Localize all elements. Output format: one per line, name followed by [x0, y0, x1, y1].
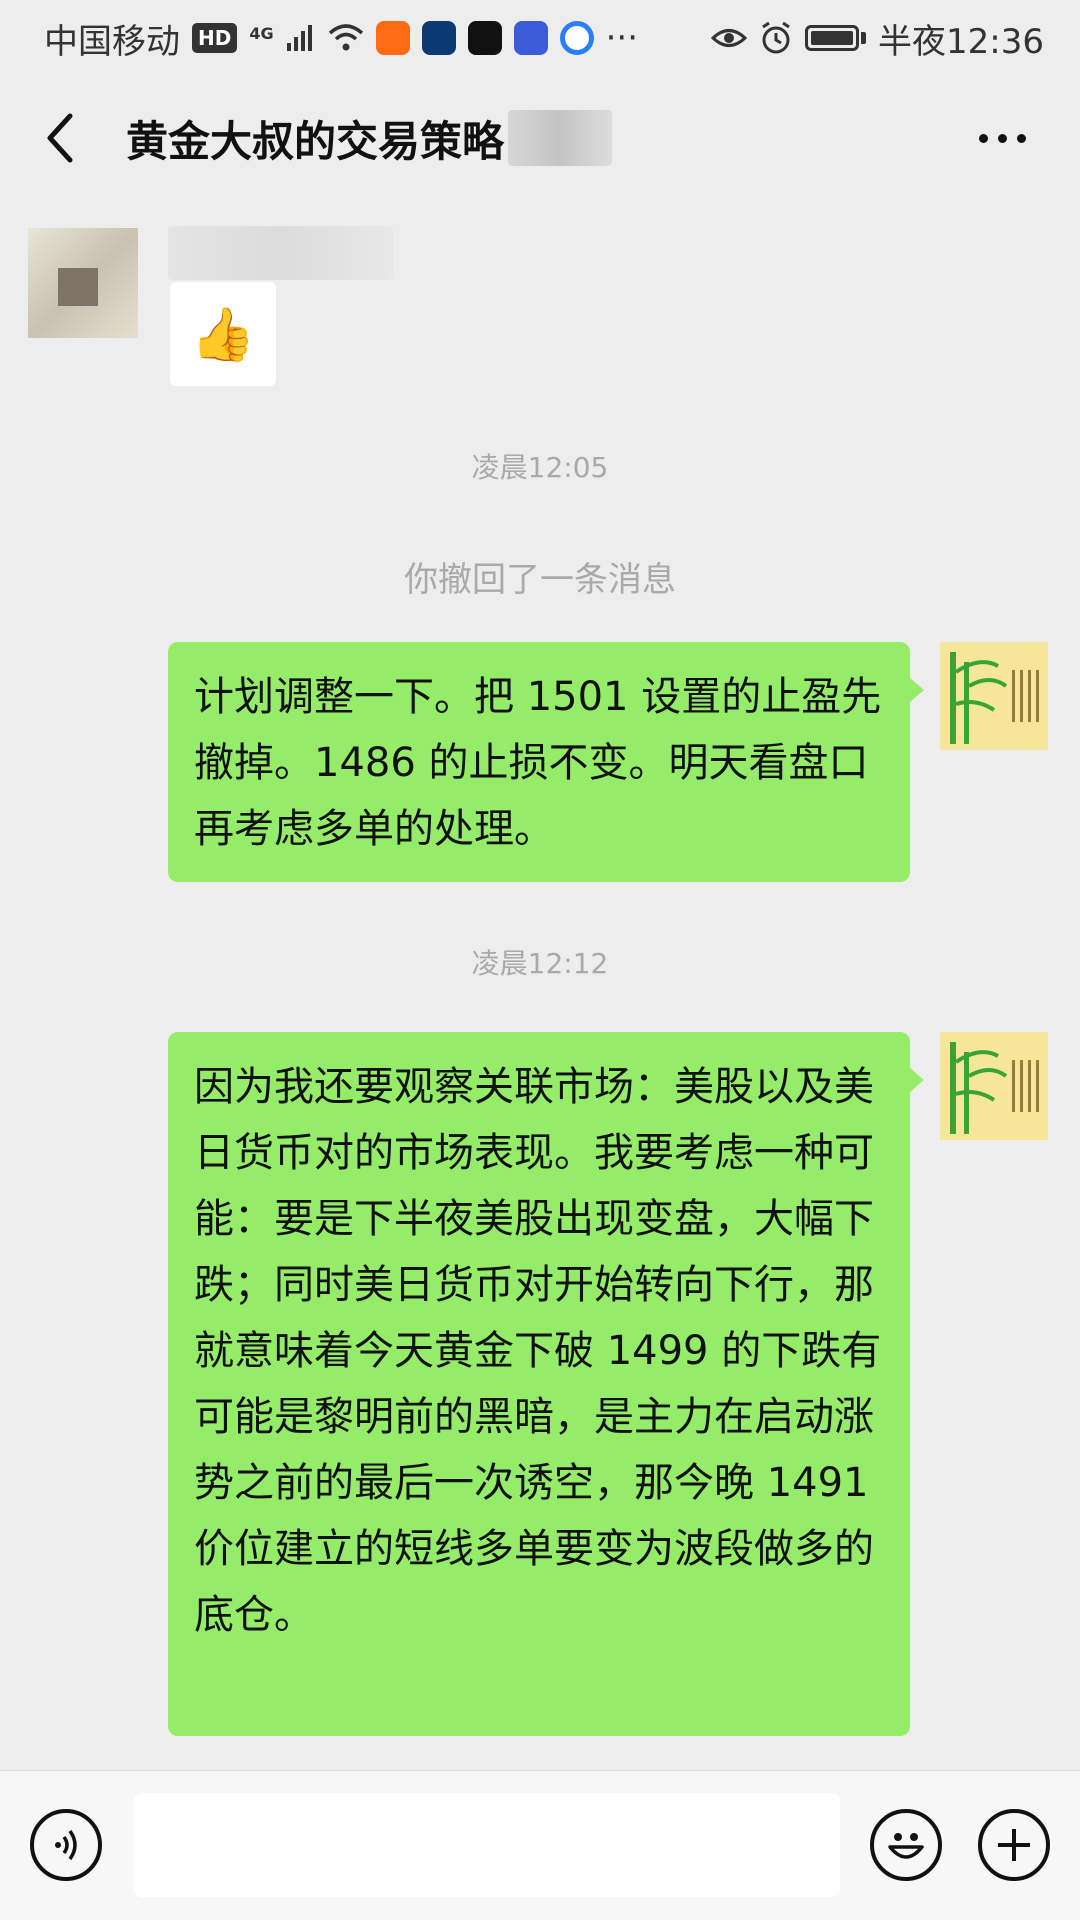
status-bar: 中国移动 HD 4G ··· 半夜12:36 [0, 0, 1080, 76]
more-notifications: ··· [605, 18, 639, 58]
chat-title: 黄金大叔的交易策略 [126, 116, 505, 166]
bamboo-avatar-icon [940, 642, 1048, 750]
back-arrow-icon[interactable] [36, 108, 86, 168]
thumbs-up-icon: 👍 [190, 304, 256, 365]
browser-icon [559, 21, 594, 55]
battery-icon [805, 25, 860, 51]
outgoing-message-bubble[interactable]: 计划调整一下。把 1501 设置的止盈先撤掉。1486 的止损不变。明天看盘口再… [168, 642, 924, 882]
app-notification-icon [513, 21, 548, 55]
thumbs-up-bubble[interactable]: 👍 [170, 282, 276, 386]
blurred-title-suffix [508, 110, 613, 166]
wifi-icon [328, 24, 363, 51]
timestamp: 凌晨12:12 [471, 947, 609, 980]
more-options-icon[interactable] [979, 133, 1026, 143]
sender-name-blurred [168, 226, 393, 280]
emoji-button[interactable] [870, 1809, 942, 1881]
signal-icon [286, 25, 312, 51]
network-type: 4G [249, 23, 274, 43]
clock: 半夜12:36 [878, 21, 1044, 62]
tiktok-icon [467, 21, 502, 55]
status-bar-right: 半夜12:36 [711, 14, 1044, 63]
input-bar [0, 1770, 1080, 1920]
bamboo-avatar-icon [940, 1032, 1048, 1140]
nav-bar: 黄金大叔的交易策略 [0, 76, 1080, 200]
hd-badge: HD [192, 23, 238, 53]
app-notification-icon [375, 21, 410, 55]
sender-avatar[interactable] [28, 228, 138, 338]
eye-icon [711, 29, 748, 47]
status-bar-left: 中国移动 HD 4G ··· [44, 14, 638, 63]
app-notification-icon [421, 21, 456, 55]
timestamp: 凌晨12:05 [471, 451, 609, 484]
voice-icon [55, 1829, 77, 1861]
voice-input-button[interactable] [30, 1809, 102, 1881]
my-avatar[interactable] [940, 642, 1048, 750]
message-input[interactable] [134, 1793, 840, 1897]
smiley-icon [888, 1833, 924, 1859]
my-avatar[interactable] [940, 1032, 1048, 1140]
battery-tip [861, 32, 867, 44]
carrier-label: 中国移动 [44, 21, 180, 62]
alarm-icon [762, 21, 790, 54]
more-functions-button[interactable] [978, 1809, 1050, 1881]
outgoing-message-bubble[interactable]: 因为我还要观察关联市场：美股以及美日货币对的市场表现。我要考虑一种可能：要是下半… [168, 1032, 924, 1736]
plus-icon [998, 1829, 1030, 1861]
recall-notice: 你撤回了一条消息 [404, 560, 676, 600]
